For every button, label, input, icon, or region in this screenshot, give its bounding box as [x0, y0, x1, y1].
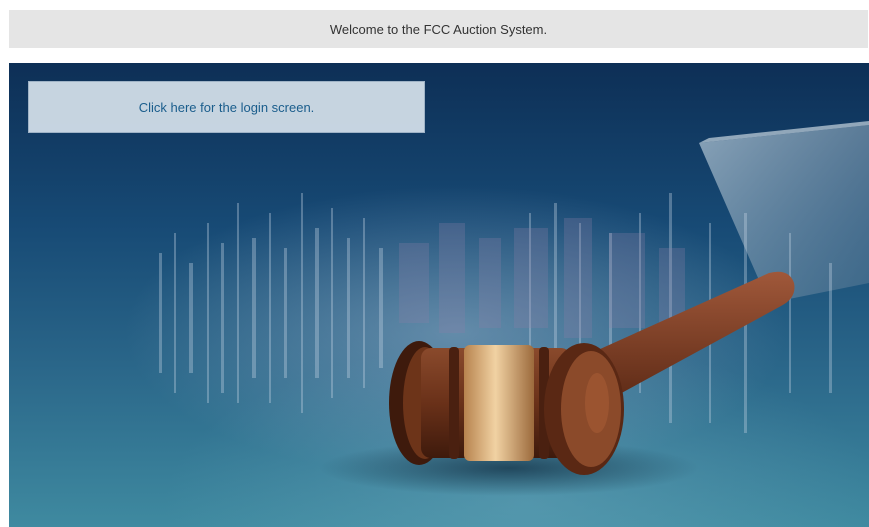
- login-panel: Click here for the login screen.: [28, 81, 425, 133]
- login-link[interactable]: Click here for the login screen.: [139, 100, 315, 115]
- welcome-text: Welcome to the FCC Auction System.: [329, 21, 548, 37]
- page: Welcome to the FCC Auction System. Click…: [0, 0, 869, 527]
- hero-banner: Click here for the login screen.: [9, 63, 869, 527]
- welcome-banner: Welcome to the FCC Auction System.: [9, 10, 868, 48]
